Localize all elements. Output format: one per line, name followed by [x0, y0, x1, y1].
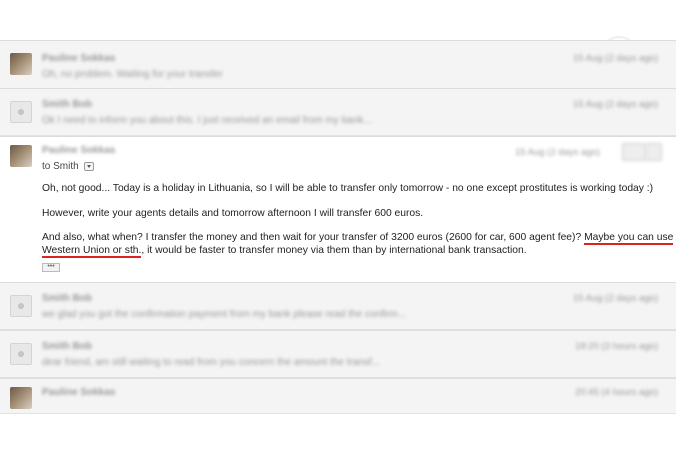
message-time: 15 Aug (2 days ago) — [572, 53, 658, 64]
avatar — [10, 343, 32, 365]
message-sender: Smith Bob — [42, 99, 92, 110]
collapsed-message-4[interactable]: Smith Bob dear friend, am still waiting … — [0, 330, 676, 378]
more-actions-button[interactable] — [646, 143, 662, 161]
expanded-message: Pauline Sokkas to Smith 15 Aug (2 days a… — [0, 136, 676, 284]
message-time: 15 Aug (2 days ago) — [572, 293, 658, 304]
message-time: 18:20 (3 hours ago) — [575, 341, 658, 352]
message-sender: Pauline Sokkas — [42, 53, 116, 64]
avatar — [10, 295, 32, 317]
show-trimmed-content-button[interactable]: ••• — [42, 263, 60, 272]
underlined-phrase: Western Union or sth. — [42, 245, 142, 258]
collapsed-message-1[interactable]: Pauline Sokkas Oh, no problem. Waiting f… — [0, 40, 676, 90]
body-paragraph-3-line-2: Western Union or sth., it would be faste… — [42, 245, 527, 258]
message-time: 20:45 (4 hours ago) — [575, 387, 658, 398]
message-time: 15 Aug (2 days ago) — [514, 147, 600, 158]
details-dropdown-icon[interactable] — [84, 161, 95, 171]
message-sender: Smith Bob — [42, 341, 92, 352]
underlined-phrase: Maybe you can use — [584, 232, 674, 245]
reply-button[interactable] — [622, 143, 646, 161]
avatar — [10, 145, 32, 167]
collapsed-message-5[interactable]: Pauline Sokkas 20:45 (4 hours ago) — [0, 378, 676, 414]
avatar — [10, 387, 32, 409]
message-snippet: dear friend, am still waiting to read fr… — [42, 357, 380, 368]
collapsed-message-3[interactable]: Smith Bob we glad you got the confirmati… — [0, 282, 676, 330]
body-paragraph-3-line-1: And also, what when? I transfer the mone… — [42, 232, 674, 245]
message-snippet: we glad you got the confirmation payment… — [42, 309, 407, 320]
message-time: 15 Aug (2 days ago) — [572, 99, 658, 110]
message-snippet: Ok I need to inform you about this. I ju… — [42, 115, 372, 126]
avatar — [10, 101, 32, 123]
body-paragraph-1: Oh, not good... Today is a holiday in Li… — [42, 183, 654, 194]
avatar — [10, 53, 32, 75]
body-paragraph-2: However, write your agents details and t… — [42, 208, 424, 219]
body-text-plain: , it would be faster to transfer money v… — [141, 245, 527, 256]
recipient-label: to Smith — [42, 161, 79, 172]
message-sender: Pauline Sokkas — [42, 387, 116, 398]
message-sender: Pauline Sokkas — [42, 145, 116, 156]
body-text-plain: And also, what when? I transfer the mone… — [42, 232, 585, 243]
message-sender: Smith Bob — [42, 293, 92, 304]
message-snippet: Oh, no problem. Waiting for your transfe… — [42, 69, 223, 80]
recipient-line: to Smith — [42, 161, 95, 172]
collapsed-message-2[interactable]: Smith Bob Ok I need to inform you about … — [0, 88, 676, 136]
